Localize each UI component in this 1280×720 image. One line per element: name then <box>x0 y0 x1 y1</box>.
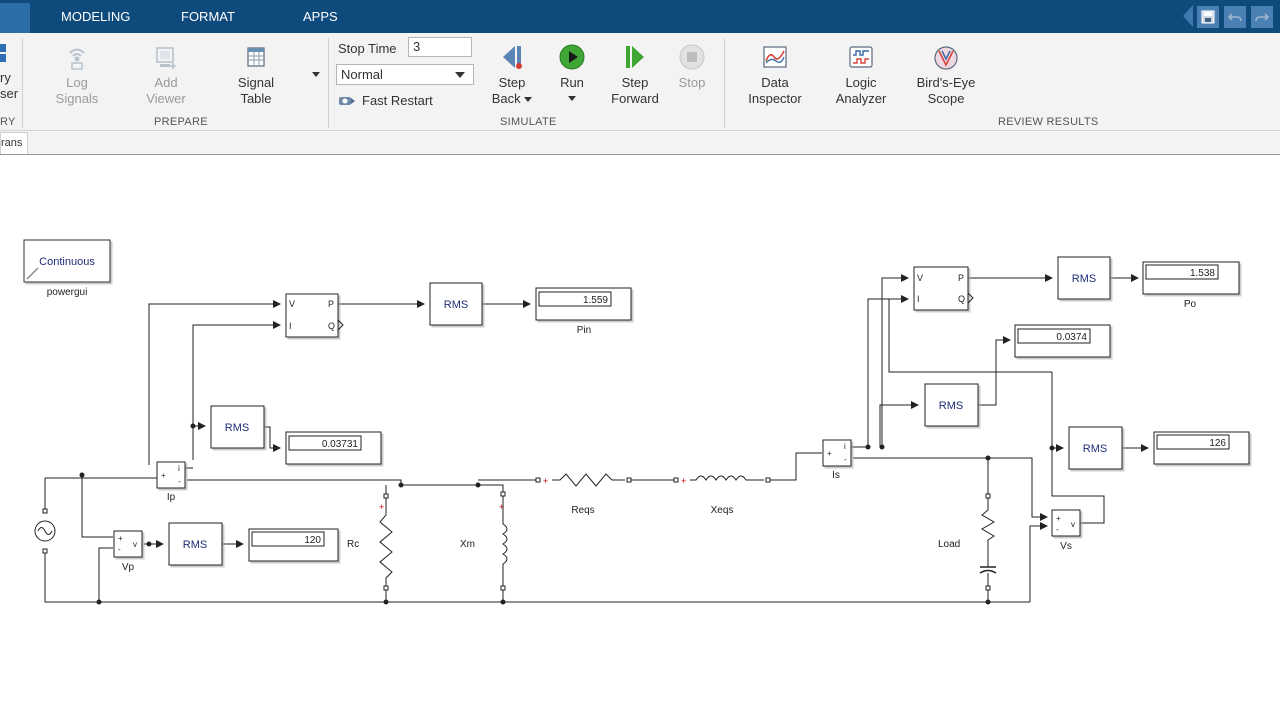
powergui-block-label: Continuous <box>39 256 95 268</box>
rms-block-vp[interactable]: RMS <box>168 522 223 566</box>
display-vp-rms[interactable]: 120 <box>248 528 339 562</box>
powergui-block[interactable]: Continuous powergui <box>23 239 111 298</box>
svg-text:i: i <box>178 464 180 473</box>
xeqs-inductor[interactable]: + Xeqs <box>673 475 771 516</box>
po-label: Po <box>1184 299 1197 310</box>
vp-rms-value: 120 <box>304 535 321 546</box>
svg-text:+: + <box>379 502 384 512</box>
port-p-label: P <box>958 273 964 283</box>
is-current-measurement[interactable]: + i - Is <box>822 439 852 481</box>
load-branch[interactable]: Load <box>938 493 997 591</box>
vs-label: Vs <box>1060 541 1072 552</box>
vp-label: Vp <box>122 562 135 573</box>
port-q-label: Q <box>328 321 335 331</box>
xm-label: Xm <box>460 539 475 550</box>
primary-power-measurement-block[interactable]: V I P Q <box>285 293 344 338</box>
svg-text:v: v <box>133 540 137 549</box>
svg-text:+: + <box>827 449 832 458</box>
svg-text:+: + <box>118 534 123 543</box>
rms-block-po[interactable]: RMS <box>1057 256 1111 300</box>
rc-resistor[interactable]: + Rc <box>347 493 393 591</box>
svg-text:-: - <box>118 545 121 554</box>
port-i-label: I <box>289 321 292 331</box>
load-label: Load <box>938 539 960 550</box>
display-ip-rms[interactable]: 0.03731 <box>285 431 382 465</box>
po-value: 1.538 <box>1190 268 1215 279</box>
ip-current-measurement[interactable]: + i - Ip <box>156 461 186 503</box>
display-po[interactable]: 1.538 Po <box>1142 261 1240 310</box>
xm-inductor[interactable]: + Xm <box>460 491 508 591</box>
port-i-label: I <box>917 294 920 304</box>
reqs-resistor[interactable]: + Reqs <box>535 473 632 516</box>
svg-text:+: + <box>543 476 548 486</box>
powergui-label: powergui <box>47 287 88 298</box>
rms-label: RMS <box>1083 443 1107 455</box>
svg-text:+: + <box>681 476 686 486</box>
svg-text:i: i <box>844 442 846 451</box>
pin-value: 1.559 <box>583 295 608 306</box>
svg-text:-: - <box>1056 525 1059 534</box>
rms-block-pin[interactable]: RMS <box>429 282 483 326</box>
is-rms-value: 0.0374 <box>1056 332 1087 343</box>
svg-text:+: + <box>1056 514 1061 523</box>
svg-text:-: - <box>178 477 181 486</box>
svg-text:-: - <box>844 455 847 464</box>
ac-voltage-source[interactable] <box>34 508 56 554</box>
svg-text:+: + <box>161 471 166 480</box>
rms-block-ip[interactable]: RMS <box>210 405 265 449</box>
display-vs-rms[interactable]: 126 <box>1153 431 1250 465</box>
secondary-power-measurement-block[interactable]: V I P Q <box>913 266 974 311</box>
ip-label: Ip <box>167 492 176 503</box>
wire-junctions <box>79 423 1055 605</box>
port-v-label: V <box>917 273 923 283</box>
pin-label: Pin <box>577 325 591 336</box>
ip-rms-value: 0.03731 <box>322 439 359 450</box>
port-v-label: V <box>289 299 295 309</box>
is-label: Is <box>832 470 840 481</box>
xeqs-label: Xeqs <box>711 505 734 516</box>
svg-text:v: v <box>1071 520 1075 529</box>
reqs-label: Reqs <box>571 505 594 516</box>
vs-rms-value: 126 <box>1209 438 1226 449</box>
vs-voltage-measurement[interactable]: + - v Vs <box>1051 509 1081 552</box>
rc-label: Rc <box>347 539 359 550</box>
rms-block-is[interactable]: RMS <box>924 383 979 427</box>
rms-label: RMS <box>1072 273 1096 285</box>
rms-block-vs[interactable]: RMS <box>1068 426 1123 470</box>
rms-label: RMS <box>939 400 963 412</box>
port-q-label: Q <box>958 294 965 304</box>
rms-label: RMS <box>225 422 249 434</box>
rms-label: RMS <box>444 299 468 311</box>
port-p-label: P <box>328 299 334 309</box>
vp-voltage-measurement[interactable]: + - v Vp <box>113 530 143 573</box>
model-canvas[interactable]: Continuous powergui + i - Ip + - v Vp V … <box>0 0 1280 720</box>
display-pin[interactable]: 1.559 Pin <box>535 287 632 336</box>
rms-label: RMS <box>183 539 207 551</box>
display-is-rms[interactable]: 0.0374 <box>1014 324 1111 358</box>
